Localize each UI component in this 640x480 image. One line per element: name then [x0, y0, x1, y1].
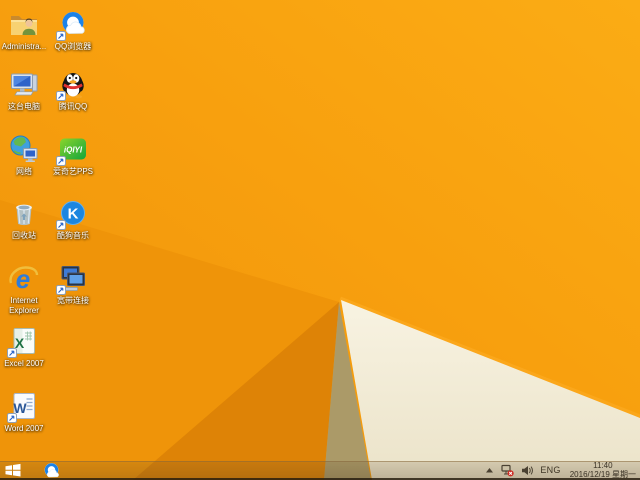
desktop-icon-tencent-qq[interactable]: 腾讯QQ	[46, 68, 100, 112]
icon-label: 腾讯QQ	[58, 102, 88, 111]
qq-browser-icon	[44, 462, 59, 477]
icon-label: 爱奇艺PPS	[52, 167, 93, 176]
svg-text:iQIYI: iQIYI	[64, 146, 83, 155]
shortcut-arrow-icon	[7, 348, 17, 358]
desktop-icon-qq-browser[interactable]: QQ浏览器	[46, 8, 100, 52]
icon-label: Internet Explorer	[9, 296, 39, 315]
desktop-icon-excel-2007[interactable]: X Excel 2007	[0, 325, 51, 369]
icon-label: 回收站	[12, 231, 36, 240]
shortcut-arrow-icon	[56, 91, 66, 101]
shortcut-arrow-icon	[56, 285, 66, 295]
start-button[interactable]	[5, 462, 27, 478]
shortcut-arrow-icon	[56, 156, 66, 166]
desktop-icon-iqiyi-pps[interactable]: iQIYI 爱奇艺PPS	[46, 133, 100, 177]
windows-logo-icon	[5, 463, 21, 477]
shortcut-arrow-icon	[56, 220, 66, 230]
chevron-up-icon	[486, 467, 494, 472]
icon-label: 宽带连接	[57, 296, 89, 305]
desktop-icon-word-2007[interactable]: W Word 2007	[0, 390, 51, 434]
network-disconnected-icon	[501, 464, 515, 476]
desktop-icon-kugou-music[interactable]: K 酷狗音乐	[46, 197, 100, 241]
shortcut-arrow-icon	[56, 31, 66, 41]
desktop: Administra... 这台电脑 网络 回收站 e Internet Exp…	[0, 0, 640, 480]
clock[interactable]: 11:40 2016/12/19 星期一	[568, 461, 636, 479]
network-status-button[interactable]	[501, 464, 515, 477]
network-icon	[10, 135, 38, 162]
language-indicator[interactable]: ENG	[540, 465, 560, 475]
svg-text:K: K	[68, 206, 79, 223]
recycle-bin-icon	[16, 204, 32, 226]
clock-date: 2016/12/19 星期一	[569, 470, 636, 479]
administrator-folder-icon	[11, 16, 37, 35]
desktop-icon-this-pc[interactable]: 这台电脑	[0, 68, 51, 112]
icon-label: 网络	[16, 167, 32, 176]
desktop-icon-administrator[interactable]: Administra...	[0, 8, 51, 52]
desktop-icon-recycle-bin[interactable]: 回收站	[0, 197, 51, 241]
internet-explorer-icon: e	[9, 264, 39, 294]
icon-label: Word 2007	[4, 424, 44, 433]
desktop-icon-broadband[interactable]: 宽带连接	[46, 262, 100, 306]
clock-time: 11:40	[593, 461, 613, 470]
show-hidden-icons-button[interactable]	[485, 467, 494, 474]
icon-label: 酷狗音乐	[57, 231, 89, 240]
icon-label: QQ浏览器	[54, 42, 92, 51]
icon-label: Administra...	[1, 42, 47, 51]
taskbar: ENG 11:40 2016/12/19 星期一	[0, 461, 640, 480]
shortcut-arrow-icon	[7, 413, 17, 423]
taskbar-qq-browser-button[interactable]	[40, 461, 62, 479]
desktop-icon-network[interactable]: 网络	[0, 133, 51, 177]
system-tray: ENG 11:40 2016/12/19 星期一	[485, 461, 636, 479]
desktop-icon-internet-explorer[interactable]: e Internet Explorer	[0, 262, 51, 316]
icon-label: Excel 2007	[4, 359, 44, 368]
volume-button[interactable]	[521, 465, 534, 476]
svg-text:e: e	[16, 264, 30, 294]
icon-label: 这台电脑	[8, 102, 40, 111]
this-pc-icon	[11, 73, 38, 96]
speaker-icon	[522, 465, 534, 475]
